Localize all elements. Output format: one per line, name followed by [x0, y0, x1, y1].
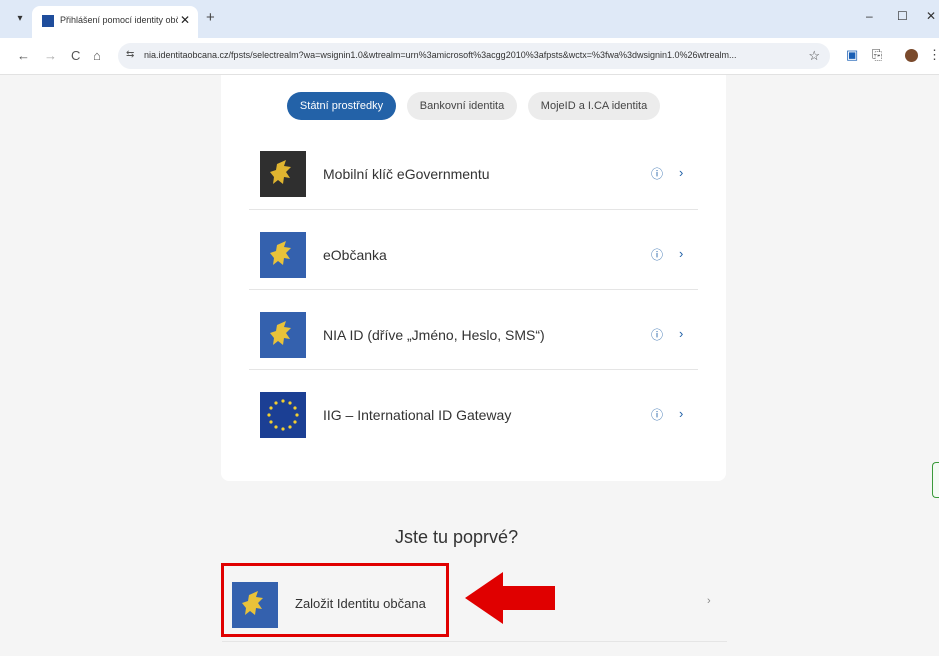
browser-menu-icon[interactable]: ⋮ [928, 47, 939, 63]
highlight-box [221, 563, 449, 637]
browser-toolbar: ← → C ⌂ ⇆ nia.identitaobcana.cz/fpsts/se… [0, 38, 939, 75]
window-close-button[interactable]: ✕ [926, 9, 936, 23]
chevron-right-icon: › [707, 595, 711, 607]
login-method-label: Mobilní klíč eGovernmentu [323, 166, 490, 182]
chevron-right-icon: › [679, 326, 684, 341]
lion-emblem-blue-icon [260, 312, 306, 358]
info-icon[interactable]: ⓘ [650, 408, 664, 422]
extension-icon[interactable]: ▣ [846, 47, 858, 63]
divider [222, 641, 727, 642]
chevron-right-icon: › [679, 406, 684, 421]
reload-icon[interactable]: C [71, 48, 80, 63]
red-arrow-icon [465, 572, 555, 624]
lion-emblem-dark-icon [260, 151, 306, 197]
url-text[interactable]: nia.identitaobcana.cz/fpsts/selectrealm?… [144, 50, 804, 60]
tab-search-dropdown[interactable]: ▾ [10, 10, 30, 28]
tab-bankovni-identita[interactable]: Bankovní identita [407, 92, 517, 120]
chevron-right-icon: › [679, 165, 684, 180]
back-icon[interactable]: ← [17, 48, 30, 63]
site-info-icon[interactable]: ⇆ [126, 49, 134, 60]
maximize-button[interactable]: ☐ [897, 9, 908, 23]
login-method-label: IIG – International ID Gateway [323, 407, 512, 423]
tab-statni-prostredky[interactable]: Státní prostředky [287, 92, 396, 120]
browser-tab[interactable]: Přihlášení pomocí identity obča ✕ [32, 6, 198, 38]
eu-flag-icon [260, 392, 306, 438]
info-icon[interactable]: ⓘ [650, 248, 664, 262]
tab-favicon [42, 15, 54, 27]
forward-icon[interactable]: → [44, 48, 57, 63]
extensions-puzzle-icon[interactable]: ⎘ [872, 47, 882, 63]
chevron-right-icon: › [679, 246, 684, 261]
login-method-label: NIA ID (dříve „Jméno, Heslo, SMS“) [323, 327, 545, 343]
tab-close-button[interactable]: ✕ [180, 13, 190, 27]
lion-emblem-blue-icon [260, 232, 306, 278]
login-method-item[interactable]: Mobilní klíč eGovernmentu ⓘ › [249, 129, 698, 209]
info-icon[interactable]: ⓘ [650, 328, 664, 342]
login-method-item[interactable]: NIA ID (dříve „Jméno, Heslo, SMS“) ⓘ › [249, 289, 698, 370]
profile-avatar[interactable] [905, 49, 918, 62]
home-icon[interactable]: ⌂ [93, 48, 101, 63]
login-method-label: eObčanka [323, 247, 387, 263]
new-tab-button[interactable]: + [206, 9, 215, 26]
address-bar[interactable]: ⇆ nia.identitaobcana.cz/fpsts/selectreal… [118, 43, 830, 69]
bookmark-star-icon[interactable]: ☆ [808, 48, 820, 64]
tab-title: Přihlášení pomocí identity obča [60, 15, 178, 25]
login-method-item[interactable]: IIG – International ID Gateway ⓘ › [249, 369, 698, 450]
tab-mojeid-ica[interactable]: MojeID a I.CA identita [528, 92, 660, 120]
login-methods-card: Státní prostředky Bankovní identita Moje… [221, 75, 726, 481]
login-method-item[interactable]: eObčanka ⓘ › [249, 209, 698, 290]
browser-tab-strip: ▾ Přihlášení pomocí identity obča ✕ + – … [0, 0, 939, 38]
page-content: Státní prostředky Bankovní identita Moje… [0, 75, 939, 656]
side-panel-handle[interactable] [932, 462, 939, 498]
first-time-heading: Jste tu poprvé? [395, 527, 519, 547]
info-icon[interactable]: ⓘ [650, 167, 664, 181]
minimize-button[interactable]: – [866, 9, 873, 23]
